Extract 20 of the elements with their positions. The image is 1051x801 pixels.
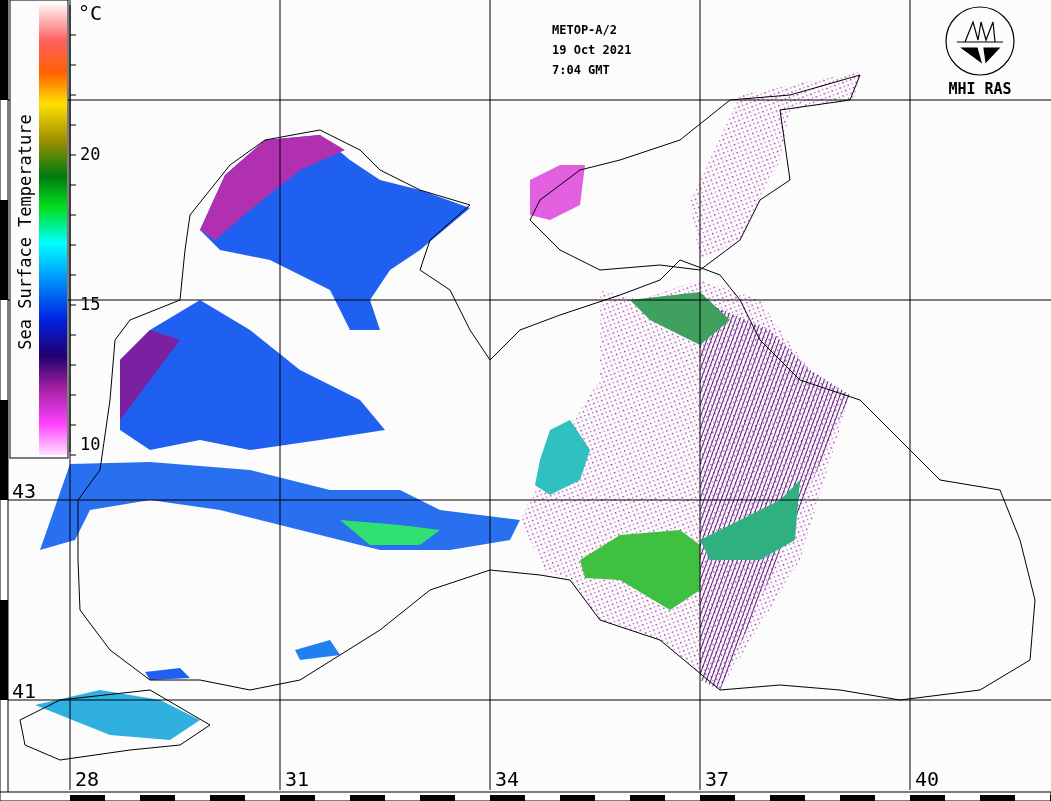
temperature-patch [530,165,585,220]
scale-tick-label: 10 [80,434,101,454]
unit-label: °C [78,1,103,25]
longitude-label: 28 [75,767,100,791]
satellite-info-text: 7:04 GMT [552,63,610,77]
latitude-label: 41 [12,679,37,703]
satellite-info-text: 19 Oct 2021 [552,43,632,57]
longitude-label: 31 [285,767,310,791]
scale-tick-label: 20 [80,144,101,164]
temperature-patch [295,640,340,660]
latitude-label: 43 [12,479,37,503]
legend-title: Sea Surface Temperature [15,114,35,350]
logo-text: MHI RAS [948,80,1012,98]
satellite-info-text: METOP-A/2 [552,23,618,37]
scale-tick-label: 15 [80,294,101,314]
longitude-label: 40 [915,767,940,791]
temperature-patch [145,668,190,680]
longitude-label: 37 [705,767,730,791]
longitude-label: 34 [495,767,520,791]
logo-icon [945,6,1015,76]
